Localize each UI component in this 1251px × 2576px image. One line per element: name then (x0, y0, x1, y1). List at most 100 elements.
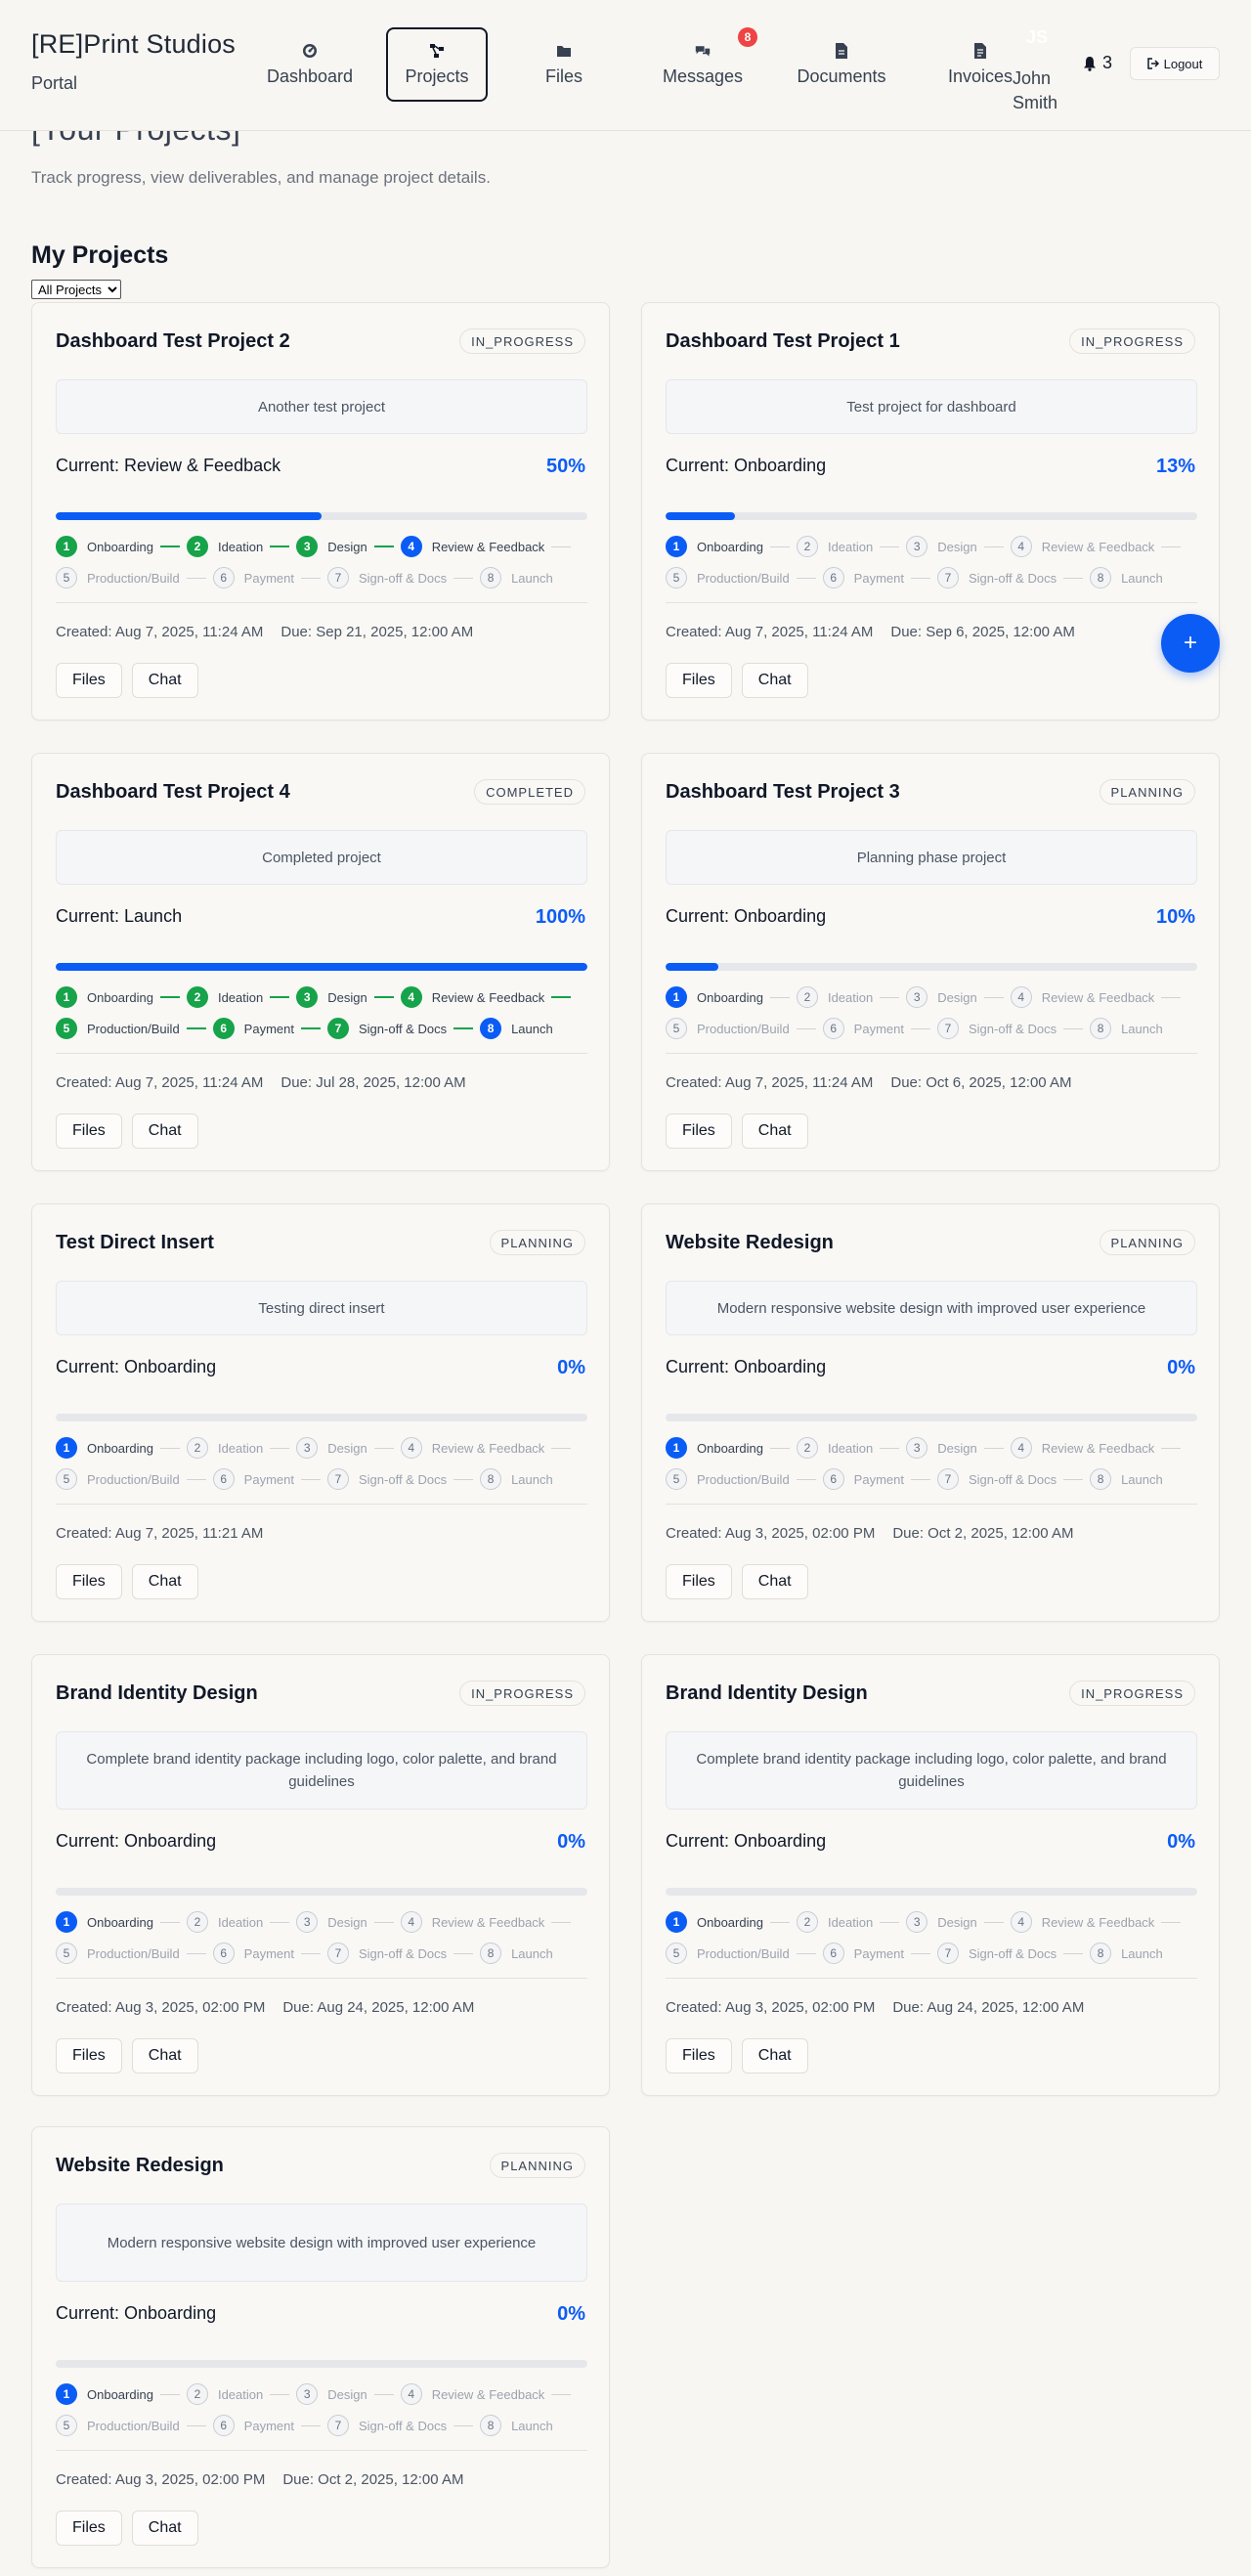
project-title[interactable]: Dashboard Test Project 4 (56, 781, 290, 804)
step-connector (186, 1478, 206, 1480)
project-title[interactable]: Brand Identity Design (56, 1682, 258, 1705)
notifications-button[interactable]: 3 (1083, 53, 1112, 73)
files-button[interactable]: Files (666, 663, 732, 698)
chat-button[interactable]: Chat (131, 663, 198, 698)
chat-button[interactable]: Chat (741, 2038, 808, 2074)
chat-button[interactable]: Chat (741, 1113, 808, 1149)
add-project-button[interactable]: + (1161, 614, 1220, 673)
nav-documents[interactable]: Documents (779, 27, 904, 102)
card-actions: Files Chat (666, 2038, 818, 2074)
step-3: 3 Design (296, 986, 367, 1008)
stage-stepper: 1 Onboarding 2 Ideation 3 Design 4 Review & Fee… (666, 1911, 1213, 1974)
step-8: 8 Launch (480, 1018, 553, 1039)
files-button[interactable]: Files (56, 663, 122, 698)
step-connector (300, 1478, 321, 1480)
step-number: 1 (666, 536, 687, 557)
nav-dashboard[interactable]: Dashboard (247, 27, 372, 102)
files-button[interactable]: Files (666, 1113, 732, 1149)
step-number: 8 (480, 2415, 502, 2436)
nav-label: Projects (405, 65, 469, 86)
step-label: Payment (853, 1021, 904, 1036)
step-4: 4 Review & Feedback (1010, 1437, 1154, 1459)
step-number: 4 (1010, 986, 1032, 1008)
due-date: Due: Aug 24, 2025, 12:00 AM (282, 1999, 475, 2016)
project-card[interactable]: Test Direct Insert PLANNING Testing dire… (31, 1203, 610, 1622)
step-number: 6 (822, 1943, 844, 1964)
stepper-row: 5 Production/Build 6 Payment 7 Sign-off & Doc… (56, 1018, 603, 1039)
chat-button[interactable]: Chat (131, 2038, 198, 2074)
chat-button[interactable]: Chat (131, 1113, 198, 1149)
files-button[interactable]: Files (666, 2038, 732, 2074)
step-8: 8 Launch (480, 1943, 553, 1964)
chat-button[interactable]: Chat (741, 1564, 808, 1599)
due-date: Due: Oct 2, 2025, 12:00 AM (282, 2471, 464, 2488)
step-1: 1 Onboarding (56, 1911, 153, 1933)
divider (666, 1053, 1197, 1054)
step-connector (551, 1447, 572, 1449)
logout-button[interactable]: Logout (1130, 47, 1220, 80)
project-title[interactable]: Test Direct Insert (56, 1232, 214, 1254)
project-filter-select[interactable]: All Projects (31, 280, 121, 299)
step-connector (300, 1952, 321, 1954)
due-date: Due: Aug 24, 2025, 12:00 AM (892, 1999, 1085, 2016)
nav-files[interactable]: Files (501, 27, 626, 102)
step-number: 8 (480, 567, 502, 589)
current-stage: Current: Onboarding (56, 1831, 217, 1851)
step-number: 2 (796, 1911, 818, 1933)
step-label: Review & Feedback (431, 539, 545, 554)
brand[interactable]: [RE]Print Studios Portal (31, 29, 236, 94)
project-title[interactable]: Dashboard Test Project 1 (666, 330, 900, 353)
stepper-row: 1 Onboarding 2 Ideation 3 Design 4 Review & Fee… (56, 986, 603, 1008)
nav-label: Dashboard (266, 65, 354, 86)
step-number: 4 (400, 2383, 422, 2405)
project-card[interactable]: Dashboard Test Project 3 PLANNING Planni… (641, 753, 1220, 1171)
project-dates: Created: Aug 3, 2025, 02:00 PM Due: Aug 2… (56, 1999, 474, 2016)
nav-label: Messages (662, 65, 744, 86)
step-7: 7 Sign-off & Docs (936, 567, 1057, 589)
step-number: 8 (1090, 1018, 1112, 1039)
project-card[interactable]: Website Redesign PLANNING Modern respons… (641, 1203, 1220, 1622)
step-label: Review & Feedback (1041, 539, 1155, 554)
step-5: 5 Production/Build (666, 567, 790, 589)
step-label: Launch (1121, 570, 1163, 586)
due-date: Due: Jul 28, 2025, 12:00 AM (280, 1074, 466, 1091)
files-button[interactable]: Files (56, 2511, 122, 2546)
nav-projects[interactable]: Projects (386, 27, 488, 102)
nav-messages[interactable]: Messages 8 (640, 27, 765, 102)
chat-button[interactable]: Chat (741, 663, 808, 698)
project-card[interactable]: Dashboard Test Project 4 COMPLETED Compl… (31, 753, 610, 1171)
status-badge: IN_PROGRESS (459, 1681, 585, 1706)
step-label: Review & Feedback (431, 2386, 545, 2402)
project-card[interactable]: Brand Identity Design IN_PROGRESS Comple… (641, 1654, 1220, 2096)
files-button[interactable]: Files (56, 2038, 122, 2074)
step-6: 6 Payment (822, 1468, 904, 1490)
status-badge: IN_PROGRESS (459, 328, 585, 354)
stage-stepper: 1 Onboarding 2 Ideation 3 Design 4 Review & Fee… (56, 2383, 603, 2446)
project-card[interactable]: Brand Identity Design IN_PROGRESS Comple… (31, 1654, 610, 2096)
project-title[interactable]: Website Redesign (666, 1232, 834, 1254)
step-label: Sign-off & Docs (358, 1471, 448, 1487)
project-title[interactable]: Dashboard Test Project 3 (666, 781, 900, 804)
step-connector (983, 996, 1004, 998)
project-dates: Created: Aug 7, 2025, 11:21 AM (56, 1525, 263, 1542)
project-title[interactable]: Website Redesign (56, 2155, 224, 2177)
project-card[interactable]: Website Redesign PLANNING Modern respons… (31, 2126, 610, 2568)
progress-bar (56, 1414, 587, 1421)
project-title[interactable]: Brand Identity Design (666, 1682, 868, 1705)
step-label: Onboarding (697, 989, 763, 1005)
project-title[interactable]: Dashboard Test Project 2 (56, 330, 290, 353)
step-3: 3 Design (906, 1911, 977, 1933)
divider (666, 1978, 1197, 1979)
files-button[interactable]: Files (56, 1113, 122, 1149)
project-card[interactable]: Dashboard Test Project 1 IN_PROGRESS Tes… (641, 302, 1220, 720)
step-number: 3 (906, 1437, 928, 1459)
files-button[interactable]: Files (56, 1564, 122, 1599)
files-button[interactable]: Files (666, 1564, 732, 1599)
chat-button[interactable]: Chat (131, 2511, 198, 2546)
step-connector (186, 2424, 206, 2426)
step-6: 6 Payment (212, 1468, 294, 1490)
chat-button[interactable]: Chat (131, 1564, 198, 1599)
project-card[interactable]: Dashboard Test Project 2 IN_PROGRESS Ano… (31, 302, 610, 720)
step-connector (270, 996, 290, 998)
step-4: 4 Review & Feedback (400, 1437, 544, 1459)
